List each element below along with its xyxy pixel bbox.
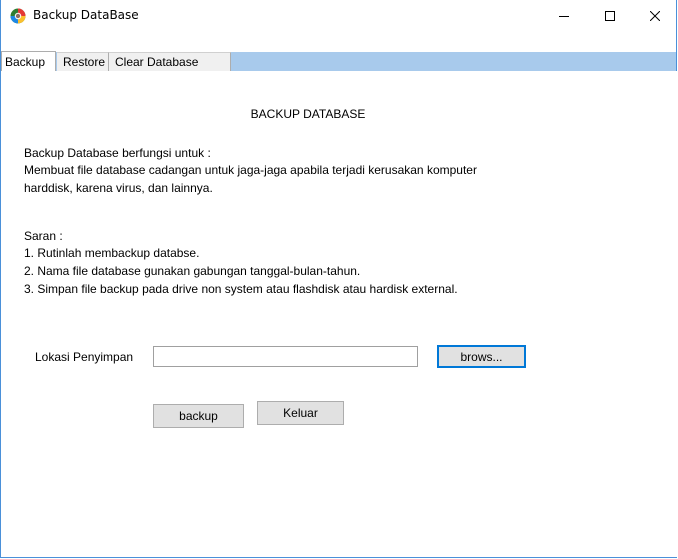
tab-strip: Backup Restore Clear Database <box>1 51 676 71</box>
tab-restore[interactable]: Restore <box>57 52 109 71</box>
tab-clear-database[interactable]: Clear Database <box>109 52 231 71</box>
saran-item-3: 3. Simpan file backup pada drive non sys… <box>24 282 458 296</box>
tab-backup[interactable]: Backup <box>1 51 56 71</box>
close-icon <box>650 11 660 21</box>
app-window: Backup DataBase Backup Restore Clear Dat… <box>0 0 677 558</box>
exit-button[interactable]: Keluar <box>257 401 344 425</box>
window-title: Backup DataBase <box>33 8 139 22</box>
description-line-1: Backup Database berfungsi untuk : <box>24 146 211 160</box>
description-line-3: harddisk, karena virus, dan lainnya. <box>24 181 213 195</box>
location-input[interactable] <box>153 346 418 367</box>
browse-button[interactable]: brows... <box>437 345 526 368</box>
minimize-icon <box>559 16 569 17</box>
title-bar[interactable]: Backup DataBase <box>1 0 676 32</box>
minimize-button[interactable] <box>541 0 587 32</box>
panel-heading: BACKUP DATABASE <box>250 107 366 121</box>
saran-item-2: 2. Nama file database gunakan gabungan t… <box>24 264 361 278</box>
location-label: Lokasi Penyimpan <box>35 350 134 364</box>
backup-button[interactable]: backup <box>153 404 244 428</box>
maximize-button[interactable] <box>587 0 633 32</box>
description-line-2: Membuat file database cadangan untuk jag… <box>24 163 477 177</box>
saran-title: Saran : <box>24 229 63 243</box>
close-button[interactable] <box>632 0 678 32</box>
app-icon <box>10 8 26 24</box>
saran-item-1: 1. Rutinlah membackup databse. <box>24 246 200 260</box>
backup-panel: BACKUP DATABASE Backup Database berfungs… <box>1 71 677 557</box>
maximize-icon <box>605 11 615 21</box>
